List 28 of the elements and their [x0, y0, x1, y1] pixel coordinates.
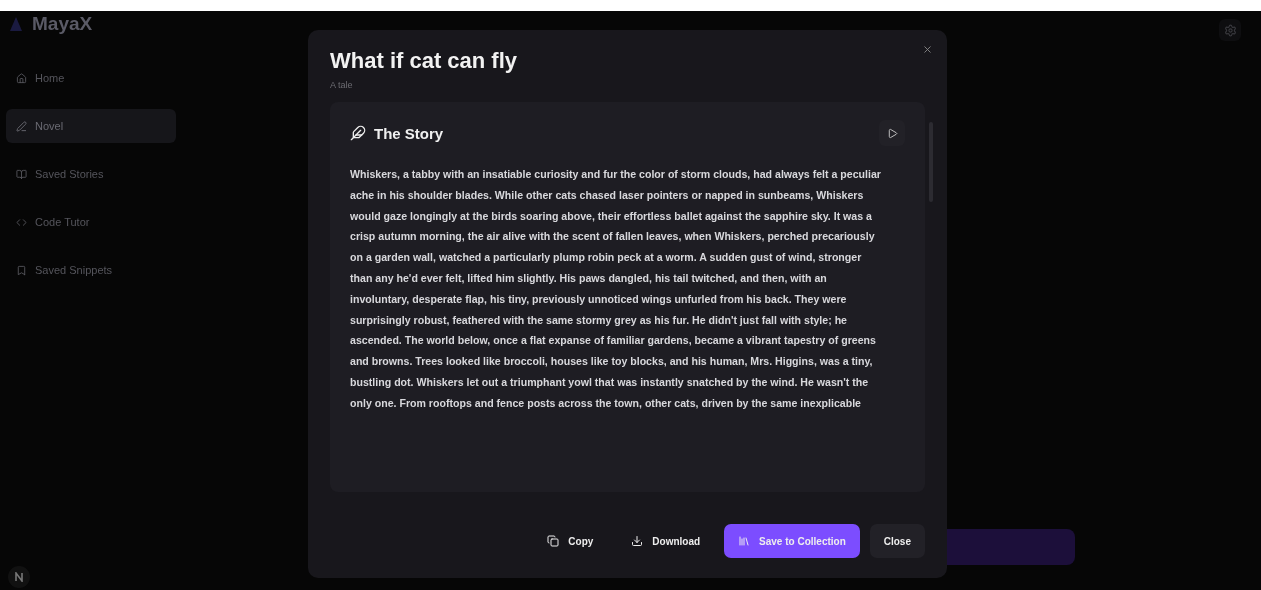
dialog-subtitle: A tale — [330, 80, 354, 90]
download-button[interactable]: Download — [617, 524, 715, 558]
home-icon — [16, 72, 27, 84]
sidebar-item[interactable]: Saved Snippets — [6, 253, 176, 287]
pen-icon — [16, 120, 27, 132]
copy-icon — [547, 535, 560, 547]
sidebar-item[interactable]: Home — [6, 61, 176, 95]
avatar-icon[interactable] — [8, 566, 30, 588]
play-button[interactable] — [879, 120, 905, 146]
app-logo: MayaX — [32, 13, 93, 35]
close-icon[interactable] — [922, 44, 933, 55]
download-icon — [631, 535, 644, 547]
logo-icon — [8, 15, 24, 33]
story-text: Whiskers, a tabby with an insatiable curiosity and fur the color of storm clouds, had always felt a peculiar ache in his shoulder blades. While other cats chased laser pointers or napped in sunbeams, Whiskers would gaze longingly at the birds soaring above, their effortless ballet against the sapphire sky. It was a crisp autumn morning, the air alive with the scent of fallen leaves, when Whiskers, perched precariously on a garden wall, watched a particularly plump robin peck at a worm. A sudden gust of wind, stronger than any he'd ever felt, lifted him slightly. His paws dangled, his tail twitched, and then, with an involuntary, desperate flap, his tiny, previously unnoticed wings unfurled from his back. They were surprisingly robust, feathered with the same stormy grey as his fur. He didn't just fall with style; he ascended. The world below, once a flat expanse of familiar gardens, became a vibrant tapestry of greens and browns. Trees looked like broccoli, houses like toy blocks, and his human, Mrs. Higgins, was a tiny, bustling dot. Whiskers let out a triumphant yowl that was instantly snatched by the wind. He wasn't the only one. From rooftops and fence posts across the town, other cats, driven by the same inexplicable — [350, 167, 882, 411]
bookmark-icon — [16, 264, 27, 276]
sidebar-item[interactable]: Novel — [6, 109, 176, 143]
play-icon — [886, 127, 898, 139]
sidebar-item[interactable]: Code Tutor — [6, 205, 176, 239]
close-button[interactable]: Close — [869, 524, 925, 558]
sidebar-item[interactable]: Saved Stories — [6, 157, 176, 191]
dialog-title: What if cat can fly — [330, 48, 519, 74]
book-icon — [16, 168, 27, 180]
collection-icon — [738, 535, 751, 547]
feather-icon — [350, 125, 366, 141]
code-icon — [16, 216, 27, 228]
save-button[interactable]: Save to Collection — [724, 524, 860, 558]
story-heading: The Story — [374, 124, 444, 142]
copy-button[interactable]: Copy — [533, 524, 608, 558]
